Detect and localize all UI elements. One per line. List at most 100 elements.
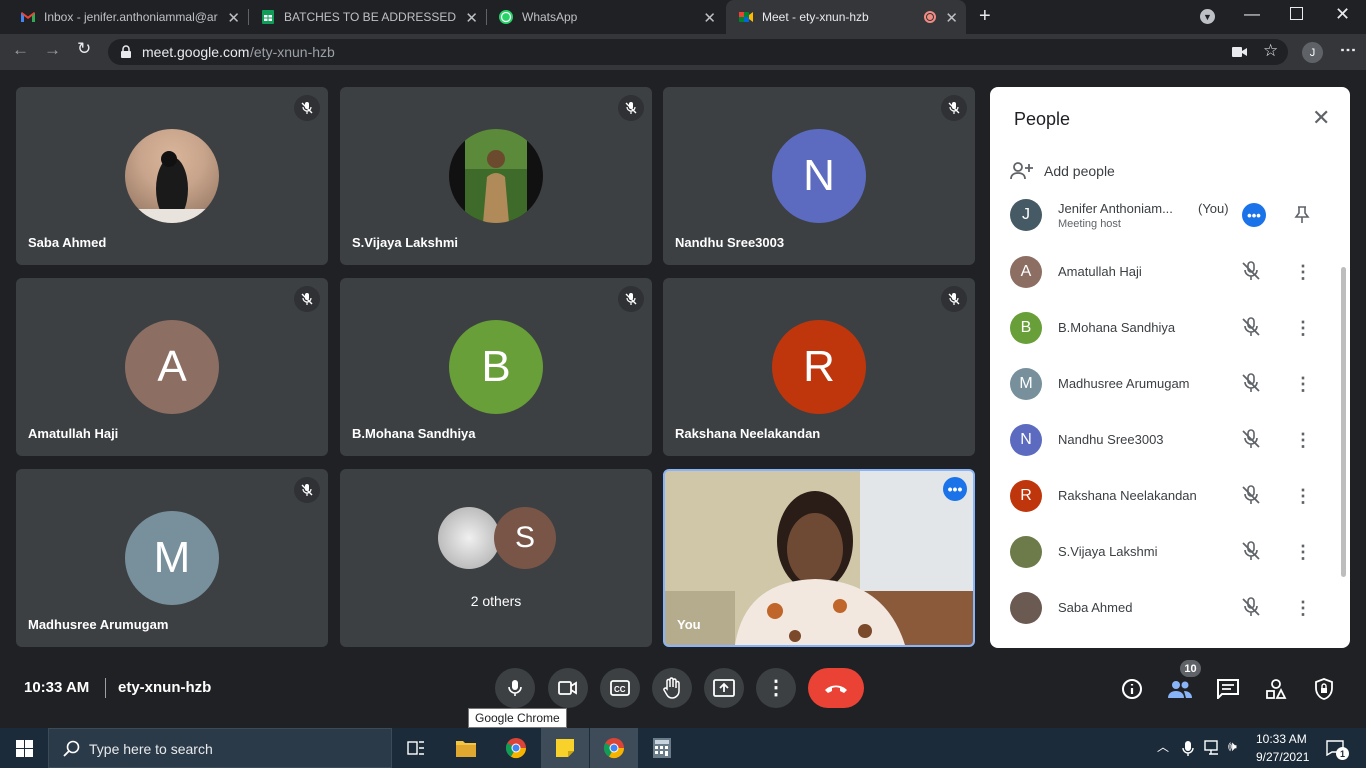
calculator-icon[interactable] [652, 737, 672, 759]
participant-tile[interactable]: N Nandhu Sree3003 [663, 87, 975, 265]
taskbar-search-box[interactable]: Type here to search [48, 728, 392, 768]
more-vert-icon[interactable]: ⋮ [1294, 596, 1312, 620]
muted-mic-icon[interactable] [1240, 428, 1264, 452]
browser-menu-icon[interactable]: ⋮ [1338, 42, 1357, 58]
volume-icon[interactable]: 🕪 [1228, 738, 1237, 755]
participant-row-host[interactable]: J Jenifer Anthoniam... (You) Meeting hos… [990, 187, 1350, 243]
more-options-button[interactable]: ⋮ [756, 668, 796, 708]
people-button[interactable] [1167, 676, 1193, 702]
participant-row[interactable]: A Amatullah Haji ⋮ [990, 244, 1350, 300]
profile-avatar[interactable]: J [1302, 42, 1323, 63]
muted-mic-icon[interactable] [1240, 484, 1264, 508]
close-panel-icon[interactable]: ✕ [1312, 105, 1330, 131]
close-tab-icon[interactable]: ✕ [703, 9, 716, 27]
more-vert-icon[interactable]: ⋮ [1294, 428, 1312, 452]
taskbar-chrome[interactable] [492, 728, 540, 768]
participant-row[interactable]: R Rakshana Neelakandan ⋮ [990, 468, 1350, 524]
minimize-icon[interactable]: — [1244, 6, 1260, 24]
tab-title: Inbox - jenifer.anthoniammal@ar [44, 10, 218, 24]
people-panel: People ✕ Add people J Jenifer Anthoniam.… [990, 87, 1350, 648]
more-vert-icon[interactable]: ⋮ [1294, 372, 1312, 396]
participant-row[interactable]: Saba Ahmed ⋮ [990, 580, 1350, 636]
tab-whatsapp[interactable]: WhatsApp ✕ [488, 0, 724, 34]
more-vert-icon[interactable]: ⋮ [1294, 260, 1312, 284]
participant-name: B.Mohana Sandhiya [352, 426, 476, 441]
panel-scrollbar[interactable] [1341, 267, 1346, 577]
participant-tile[interactable]: M Madhusree Arumugam [16, 469, 328, 647]
hang-up-icon [825, 685, 847, 693]
participant-row[interactable]: S.Vijaya Lakshmi ⋮ [990, 524, 1350, 580]
more-vert-icon[interactable]: ⋮ [1294, 484, 1312, 508]
network-icon[interactable] [1204, 740, 1222, 756]
tab-sheets[interactable]: BATCHES TO BE ADDRESSED ON ✕ [250, 0, 486, 34]
participant-avatar: S [494, 507, 556, 569]
participant-tile[interactable]: B B.Mohana Sandhiya [340, 278, 652, 456]
muted-mic-icon[interactable] [1240, 316, 1264, 340]
camera-permission-icon[interactable] [1232, 46, 1248, 58]
self-video-tile[interactable]: ••• You [663, 469, 975, 647]
close-tab-icon[interactable]: ✕ [465, 9, 478, 27]
bookmark-star-icon[interactable]: ☆ [1263, 41, 1278, 61]
gmail-icon [21, 12, 35, 22]
chat-button[interactable] [1215, 676, 1241, 702]
microphone-button[interactable] [495, 668, 535, 708]
participant-tile[interactable]: Saba Ahmed [16, 87, 328, 265]
more-vert-icon[interactable]: ⋮ [1294, 540, 1312, 564]
file-explorer-icon[interactable] [455, 738, 477, 758]
close-tab-icon[interactable]: ✕ [945, 9, 958, 27]
participant-tile[interactable]: A Amatullah Haji [16, 278, 328, 456]
meeting-details-button[interactable] [1119, 676, 1145, 702]
activities-button[interactable] [1263, 676, 1289, 702]
muted-mic-icon [294, 286, 320, 312]
more-options-icon[interactable]: ••• [943, 477, 967, 501]
tab-meet[interactable]: Meet - ety-xnun-hzb ✕ [726, 0, 966, 34]
raise-hand-button[interactable] [652, 668, 692, 708]
new-tab-icon[interactable]: + [979, 5, 991, 28]
others-tile[interactable]: S 2 others [340, 469, 652, 647]
reload-icon[interactable]: ↻ [77, 39, 91, 59]
close-window-icon[interactable]: ✕ [1335, 4, 1350, 25]
svg-text:CC: CC [614, 685, 626, 694]
microphone-tray-icon[interactable] [1182, 740, 1194, 757]
participant-row[interactable]: B B.Mohana Sandhiya ⋮ [990, 300, 1350, 356]
participant-row[interactable]: M Madhusree Arumugam ⋮ [990, 356, 1350, 412]
captions-button[interactable]: CC [600, 668, 640, 708]
participant-avatar: R [1010, 480, 1042, 512]
tab-title: WhatsApp [522, 10, 578, 24]
present-button[interactable] [704, 668, 744, 708]
participant-row[interactable]: N Nandhu Sree3003 ⋮ [990, 412, 1350, 468]
host-controls-button[interactable] [1311, 676, 1337, 702]
participant-tile[interactable]: R Rakshana Neelakandan [663, 278, 975, 456]
taskbar-clock-time[interactable]: 10:33 AM [1256, 732, 1307, 746]
add-people-button[interactable]: Add people [1010, 159, 1170, 183]
participant-photo [125, 129, 219, 223]
muted-mic-icon[interactable] [1240, 372, 1264, 396]
leave-call-button[interactable] [808, 668, 864, 708]
muted-mic-icon[interactable] [1240, 540, 1264, 564]
windows-start-icon[interactable] [16, 740, 33, 757]
more-options-icon[interactable]: ••• [1242, 203, 1266, 227]
muted-mic-icon[interactable] [1240, 260, 1264, 284]
people-count-badge: 10 [1180, 660, 1201, 677]
participant-tile[interactable]: S.Vijaya Lakshmi [340, 87, 652, 265]
close-tab-icon[interactable]: ✕ [227, 9, 240, 27]
participant-avatar: M [125, 511, 219, 605]
tab-search-icon[interactable]: ▼ [1200, 9, 1215, 24]
url-path: /ety-xnun-hzb [250, 44, 335, 60]
show-hidden-icons-icon[interactable]: ︿ [1157, 738, 1169, 755]
forward-icon[interactable]: → [44, 40, 61, 60]
restore-icon[interactable] [1290, 7, 1303, 20]
muted-mic-icon[interactable] [1240, 596, 1264, 620]
panel-title: People [1014, 109, 1071, 129]
camera-button[interactable] [548, 668, 588, 708]
tab-gmail[interactable]: Inbox - jenifer.anthoniammal@ar ✕ [8, 0, 248, 34]
participant-name: Madhusree Arumugam [28, 617, 169, 632]
taskbar-sticky-notes[interactable] [541, 728, 589, 768]
address-bar[interactable]: meet.google.com /ety-xnun-hzb ☆ [108, 39, 1288, 65]
taskbar-clock-date[interactable]: 9/27/2021 [1256, 750, 1309, 764]
task-view-icon[interactable] [407, 739, 425, 757]
taskbar-chrome-profile[interactable] [590, 728, 638, 768]
pin-icon[interactable] [1294, 206, 1310, 224]
more-vert-icon[interactable]: ⋮ [1294, 316, 1312, 340]
back-icon[interactable]: ← [12, 40, 29, 60]
